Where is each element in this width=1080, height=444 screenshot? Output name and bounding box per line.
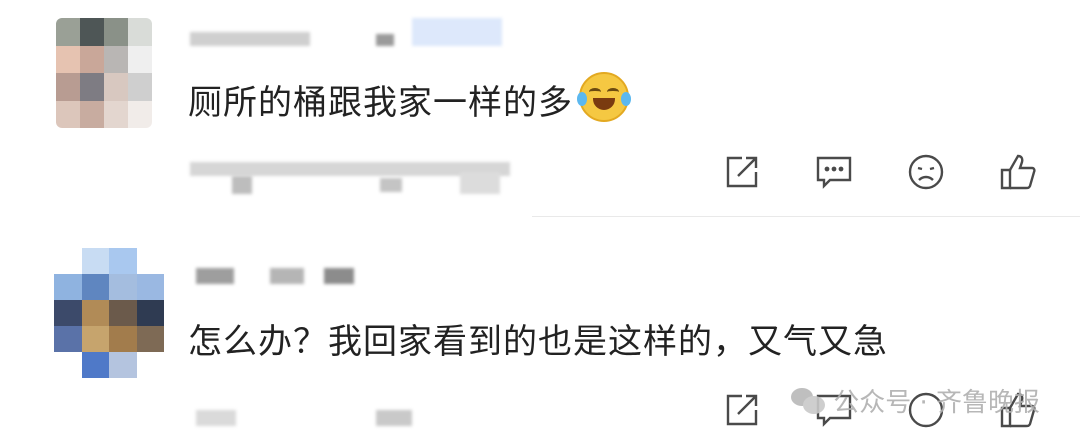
divider xyxy=(532,216,1080,217)
share-icon xyxy=(726,156,758,188)
avatar[interactable] xyxy=(54,248,164,378)
reply-button[interactable] xyxy=(812,150,856,194)
avatar[interactable] xyxy=(56,18,152,128)
share-button[interactable] xyxy=(720,388,764,432)
laughing-crying-emoji-icon xyxy=(577,72,631,122)
like-button[interactable] xyxy=(996,150,1040,194)
watermark: 公众号 · 齐鲁晚报 xyxy=(791,382,1040,419)
share-button[interactable] xyxy=(720,150,764,194)
reply-icon xyxy=(816,156,852,189)
comment-text: 怎么办？我回家看到的也是这样的，又气又急 xyxy=(188,314,888,363)
like-icon xyxy=(1000,154,1036,190)
comment-item: 厕所的桶跟我家一样的多 xyxy=(0,0,1080,218)
comment-text-content: 怎么办？我回家看到的也是这样的，又气又急 xyxy=(188,322,888,362)
share-icon xyxy=(726,394,758,426)
action-bar xyxy=(720,150,1040,194)
watermark-text: 公众号 · 齐鲁晚报 xyxy=(833,388,1040,418)
wechat-logo-icon xyxy=(791,386,826,416)
dislike-icon xyxy=(908,154,944,190)
comment-text: 厕所的桶跟我家一样的多 xyxy=(188,72,631,124)
comment-text-content: 厕所的桶跟我家一样的多 xyxy=(188,83,573,123)
dislike-button[interactable] xyxy=(904,150,948,194)
